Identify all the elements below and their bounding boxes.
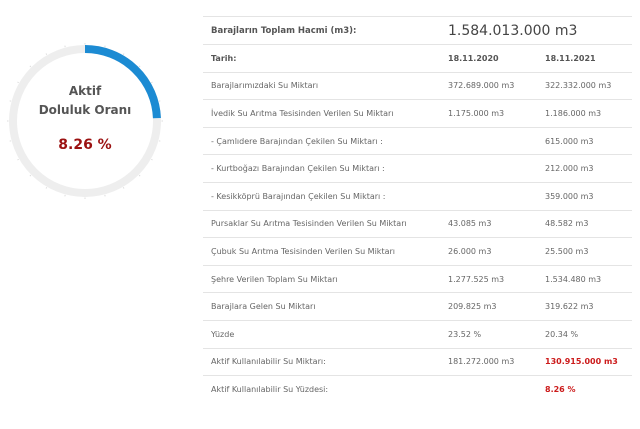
row-col1: 209.825 m3 bbox=[440, 292, 537, 321]
row-col2: 25.500 m3 bbox=[537, 237, 633, 266]
row-col2: 615.000 m3 bbox=[537, 127, 633, 156]
table-row-active-volume: Aktif Kullanılabilir Su Miktarı: 181.272… bbox=[203, 348, 633, 377]
table-row: İvedik Su Arıtma Tesisinden Verilen Su M… bbox=[203, 99, 633, 128]
table-row: Çubuk Su Arıtma Tesisinden Verilen Su Mi… bbox=[203, 237, 633, 266]
gauge-label-line2: Doluluk Oranı bbox=[38, 103, 132, 117]
total-volume-row: Barajların Toplam Hacmi (m3): 1.584.013.… bbox=[203, 16, 633, 45]
table-row: Barajlarımızdaki Su Miktarı 372.689.000 … bbox=[203, 72, 633, 101]
row-col1: 372.689.000 m3 bbox=[440, 72, 537, 101]
gauge-text: Aktif Doluluk Oranı 8.26 % bbox=[7, 43, 163, 199]
row-label: Çubuk Su Arıtma Tesisinden Verilen Su Mi… bbox=[203, 237, 440, 266]
row-col1 bbox=[440, 376, 537, 404]
active-fill-gauge: Aktif Doluluk Oranı 8.26 % bbox=[7, 43, 163, 199]
row-col2: 319.622 m3 bbox=[537, 292, 633, 321]
table-row: - Kesikköprü Barajından Çekilen Su Mikta… bbox=[203, 182, 633, 211]
row-col1: 26.000 m3 bbox=[440, 237, 537, 266]
table-row: Pursaklar Su Arıtma Tesisinden Verilen S… bbox=[203, 210, 633, 239]
row-label: - Çamlıdere Barajından Çekilen Su Miktar… bbox=[203, 127, 440, 156]
row-col1 bbox=[440, 182, 537, 211]
row-col2: 20.34 % bbox=[537, 320, 633, 349]
row-label: Yüzde bbox=[203, 320, 440, 349]
row-col2: 48.582 m3 bbox=[537, 210, 633, 239]
row-label: Pursaklar Su Arıtma Tesisinden Verilen S… bbox=[203, 210, 440, 239]
row-col2-highlight: 8.26 % bbox=[545, 385, 576, 395]
table-row: Barajlara Gelen Su Miktarı 209.825 m3 31… bbox=[203, 292, 633, 321]
row-col1 bbox=[440, 127, 537, 156]
table-row-active-percent: Aktif Kullanılabilir Su Yüzdesi: 8.26 % bbox=[203, 376, 632, 404]
row-col2: 212.000 m3 bbox=[537, 154, 633, 183]
row-col1: 181.272.000 m3 bbox=[440, 348, 537, 377]
row-label: Aktif Kullanılabilir Su Yüzdesi: bbox=[211, 385, 329, 395]
row-label: Aktif Kullanılabilir Su Miktarı: bbox=[203, 348, 440, 377]
gauge-value: 8.26 % bbox=[58, 137, 112, 153]
row-col1: 1.175.000 m3 bbox=[440, 99, 537, 128]
date-label: Tarih: bbox=[203, 44, 440, 73]
row-label: - Kesikköprü Barajından Çekilen Su Mikta… bbox=[203, 182, 440, 211]
row-label: Barajlarımızdaki Su Miktarı bbox=[203, 72, 440, 101]
date-row: Tarih: 18.11.2020 18.11.2021 bbox=[203, 44, 633, 73]
row-col2: 322.332.000 m3 bbox=[537, 72, 633, 101]
row-label: İvedik Su Arıtma Tesisinden Verilen Su M… bbox=[203, 99, 440, 128]
row-col2-highlight: 130.915.000 m3 bbox=[537, 348, 633, 377]
table-row: - Kurtboğazı Barajından Çekilen Su Mikta… bbox=[203, 154, 633, 183]
total-volume-value: 1.584.013.000 m3 bbox=[440, 16, 633, 45]
gauge-label-line1: Aktif bbox=[68, 84, 102, 98]
table-row: Şehre Verilen Toplam Su Miktarı 1.277.52… bbox=[203, 265, 633, 294]
row-col1: 43.085 m3 bbox=[440, 210, 537, 239]
row-col1 bbox=[440, 154, 537, 183]
row-col1: 1.277.525 m3 bbox=[440, 265, 537, 294]
row-col2: 1.534.480 m3 bbox=[537, 265, 633, 294]
date-col2: 18.11.2021 bbox=[537, 44, 633, 73]
row-label: Şehre Verilen Toplam Su Miktarı bbox=[203, 265, 440, 294]
row-col1: 23.52 % bbox=[440, 320, 537, 349]
total-volume-label: Barajların Toplam Hacmi (m3): bbox=[203, 16, 440, 45]
table-row: Yüzde 23.52 % 20.34 % bbox=[203, 320, 633, 349]
date-col1: 18.11.2020 bbox=[440, 44, 537, 73]
dam-data-table: Barajların Toplam Hacmi (m3): 1.584.013.… bbox=[203, 16, 633, 404]
row-col2: 359.000 m3 bbox=[537, 182, 633, 211]
row-label: - Kurtboğazı Barajından Çekilen Su Mikta… bbox=[203, 154, 440, 183]
table-row: - Çamlıdere Barajından Çekilen Su Miktar… bbox=[203, 127, 633, 156]
row-col2: 1.186.000 m3 bbox=[537, 99, 633, 128]
row-label: Barajlara Gelen Su Miktarı bbox=[203, 292, 440, 321]
